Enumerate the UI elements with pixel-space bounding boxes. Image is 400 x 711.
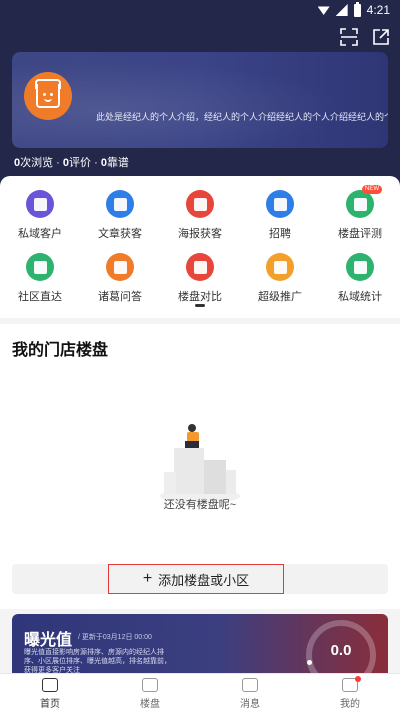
- home-icon: [42, 678, 58, 692]
- feature-grid: 私域客户 文章获客 海报获客 招聘 NEW 楼盘评测社区直达 诸葛问答 楼盘对比 超级推广 私域统…: [0, 185, 400, 304]
- exposure-updated: / 更新于03月12日 00:00: [78, 634, 152, 641]
- promote-icon: [266, 253, 294, 281]
- message-icon: [242, 678, 258, 692]
- icon-glyph: [33, 260, 47, 274]
- reliable-label: 靠谱: [106, 157, 129, 169]
- battery-icon: [353, 1, 361, 17]
- status-time: 4:21: [366, 3, 390, 17]
- new-badge: NEW: [362, 185, 382, 194]
- article-icon: [106, 190, 134, 218]
- icon-glyph: [273, 260, 287, 274]
- add-property-bar[interactable]: + 添加楼盘或小区: [12, 564, 388, 594]
- building-review-icon: NEW: [346, 185, 382, 218]
- gauge-marker: [307, 660, 312, 665]
- store-title: 我的门店楼盘: [12, 342, 109, 359]
- tab-home[interactable]: 首页: [0, 674, 100, 711]
- agent-intro: 此处是经纪人的个人介绍，经纪人的个人介绍经纪人的个人介绍经纪人的个人: [96, 112, 388, 122]
- grid-item[interactable]: 私域客户: [0, 190, 80, 241]
- recruit-icon: [266, 190, 294, 218]
- feature-grid-panel: 私域客户 文章获客 海报获客 招聘 NEW 楼盘评测社区直达 诸葛问答 楼盘对比 超级推广 私域统…: [0, 176, 400, 318]
- views-label: 次浏览: [20, 157, 54, 169]
- avatar[interactable]: [24, 72, 72, 120]
- store-panel: 我的门店楼盘 还没有楼盘呢~ + 添加楼盘或小区: [0, 324, 400, 609]
- icon-glyph: [113, 197, 127, 211]
- notification-dot: [355, 676, 361, 682]
- grid-item[interactable]: 海报获客: [160, 190, 240, 241]
- grid-item[interactable]: 超级推广: [240, 253, 320, 304]
- add-property-button[interactable]: + 添加楼盘或小区: [108, 564, 284, 594]
- add-property-label: 添加楼盘或小区: [158, 572, 250, 588]
- wifi-icon: [317, 6, 330, 15]
- poster-icon: [186, 190, 214, 218]
- grid-item[interactable]: 诸葛问答: [80, 253, 160, 304]
- bottom-tab-bar: 首页 楼盘 消息 我的: [0, 673, 400, 711]
- exposure-description: 曝光值直接影响房源排序、房源内的经纪人排序、小区展位排序、曝光值越高，排名越靠前…: [24, 649, 171, 674]
- stats-separator: ·: [91, 157, 101, 169]
- grid-item-label: 私域客户: [18, 228, 62, 240]
- icon-glyph: [353, 197, 367, 211]
- profile-card[interactable]: 此处是经纪人的个人介绍，经纪人的个人介绍经纪人的个人介绍经纪人的个人: [12, 52, 388, 148]
- grid-item-label: 海报获客: [178, 228, 222, 240]
- profile-stats: 0次浏览 · 0评价 · 0靠谱: [14, 154, 129, 170]
- icon-glyph: [33, 197, 47, 211]
- grid-item-label: 文章获客: [98, 228, 142, 240]
- icon-glyph: [193, 197, 207, 211]
- eye-icon: [43, 93, 46, 96]
- status-bar: 4:21: [0, 0, 400, 22]
- grid-item-label: 楼盘对比: [178, 291, 222, 303]
- empty-state-text: 还没有楼盘呢~: [163, 499, 237, 511]
- community-icon: [26, 253, 54, 281]
- tab-message[interactable]: 消息: [200, 674, 300, 711]
- eye-icon: [50, 93, 53, 96]
- signal-icon: [335, 4, 348, 16]
- tab-label: 消息: [240, 699, 260, 710]
- grid-item-label: 私域统计: [338, 291, 382, 303]
- icon-glyph: [193, 260, 207, 274]
- top-actions: [340, 28, 390, 46]
- house-icon: [36, 84, 60, 108]
- grid-item-label: 招聘: [269, 228, 291, 240]
- tab-label: 楼盘: [140, 699, 160, 710]
- empty-illustration-icon: [160, 424, 240, 504]
- grid-item[interactable]: 社区直达: [0, 253, 80, 304]
- grid-item-label: 社区直达: [18, 291, 62, 303]
- icon-glyph: [113, 260, 127, 274]
- compare-icon: [186, 253, 214, 281]
- tab-label: 首页: [40, 699, 60, 710]
- exposure-card[interactable]: 曝光值 / 更新于03月12日 00:00 曝光值直接影响房源排序、房源内的经纪…: [12, 614, 388, 676]
- scan-icon[interactable]: [340, 28, 358, 46]
- page-indicator: [195, 304, 205, 307]
- grid-item-label: 楼盘评测: [338, 228, 382, 240]
- share-icon[interactable]: [372, 28, 390, 46]
- qa-icon: [106, 253, 134, 281]
- ratings-label: 评价: [69, 157, 92, 169]
- icon-glyph: [273, 197, 287, 211]
- exposure-value: 0.0: [330, 642, 352, 659]
- building-icon: [142, 678, 158, 692]
- stats-separator: ·: [53, 157, 63, 169]
- person-icon: [26, 190, 54, 218]
- tab-profile[interactable]: 我的: [300, 674, 400, 711]
- grid-item[interactable]: 文章获客: [80, 190, 160, 241]
- tab-building[interactable]: 楼盘: [100, 674, 200, 711]
- grid-item[interactable]: 招聘: [240, 190, 320, 241]
- grid-item[interactable]: 楼盘对比: [160, 253, 240, 304]
- grid-item-label: 诸葛问答: [98, 291, 142, 303]
- plus-icon: +: [142, 570, 153, 587]
- exposure-title: 曝光值: [24, 632, 73, 649]
- grid-item[interactable]: NEW 楼盘评测: [320, 185, 400, 241]
- grid-item-label: 超级推广: [258, 291, 302, 303]
- stats-icon: [346, 253, 374, 281]
- tab-label: 我的: [340, 699, 360, 710]
- icon-glyph: [353, 260, 367, 274]
- grid-item[interactable]: 私域统计: [320, 253, 400, 304]
